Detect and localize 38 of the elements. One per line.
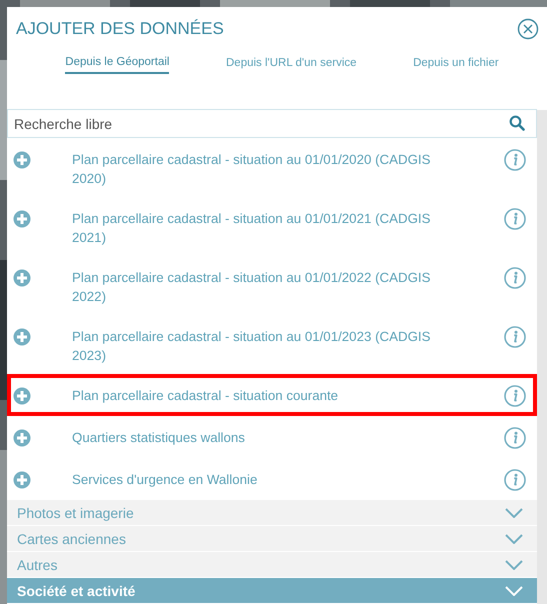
category-header[interactable]: Photos et imagerie [7, 500, 537, 526]
category-header[interactable]: Cartes anciennes [7, 526, 537, 552]
layer-name: Quartiers statistiques wallons [72, 429, 245, 447]
chevron-icon [505, 534, 523, 544]
info-icon[interactable] [504, 208, 526, 230]
info-icon[interactable] [504, 267, 526, 289]
layer-name: Plan parcellaire cadastral - situation courante [72, 387, 338, 405]
chevron-icon [505, 508, 523, 518]
info-icon[interactable] [504, 385, 526, 407]
plus-icon[interactable] [13, 471, 31, 489]
chevron-icon [505, 586, 523, 596]
layer-name: Plan parcellaire cadastral - situation au 01/01/2021 (CADGIS 2021) [72, 210, 432, 247]
plus-icon[interactable] [13, 429, 31, 447]
layer-name: Services d'urgence en Wallonie [72, 471, 258, 489]
layer-name: Plan parcellaire cadastral - situation au 01/01/2022 (CADGIS 2022) [72, 269, 432, 306]
info-icon[interactable] [504, 427, 526, 449]
info-icon[interactable] [504, 149, 526, 171]
tab[interactable]: Depuis l'URL d'un service [226, 54, 357, 74]
plus-icon[interactable] [13, 269, 31, 287]
category-header[interactable]: Autres [7, 552, 537, 578]
close-icon[interactable] [517, 18, 539, 40]
plus-icon[interactable] [13, 387, 31, 405]
search-icon[interactable] [509, 115, 525, 131]
category-header[interactable]: Société et activité [7, 578, 537, 604]
plus-icon[interactable] [13, 328, 31, 346]
plus-icon[interactable] [13, 151, 31, 169]
info-icon[interactable] [504, 469, 526, 491]
highlighted-layer-row[interactable]: Plan parcellaire cadastral - situation courante [7, 374, 537, 416]
tab[interactable]: Depuis un fichier [413, 54, 499, 74]
plus-icon[interactable] [13, 210, 31, 228]
search-field[interactable]: Recherche libre [7, 109, 537, 138]
layer-name: Plan parcellaire cadastral - situation au 01/01/2023 (CADGIS 2023) [72, 328, 432, 365]
dialog-title: AJOUTER DES DONNÉES [16, 19, 224, 39]
tab[interactable]: Depuis le Géoportail [65, 54, 170, 74]
layer-name: Plan parcellaire cadastral - situation au 01/01/2020 (CADGIS 2020) [72, 151, 432, 188]
chevron-icon [505, 560, 523, 570]
scrollbar-track[interactable] [537, 110, 547, 604]
info-icon[interactable] [504, 326, 526, 348]
